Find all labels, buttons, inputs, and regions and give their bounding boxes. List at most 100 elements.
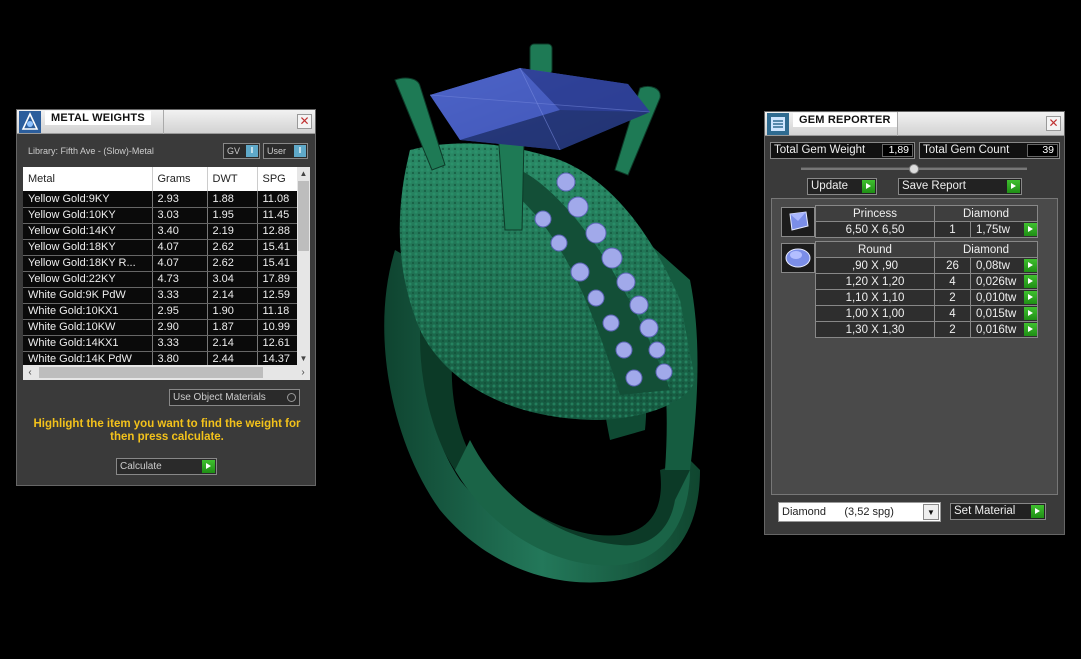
metal-grams: 2.90 [152,319,208,336]
gem-item-row[interactable]: 1,10 X 1,10 2 0,010tw [815,289,1038,306]
metal-row[interactable]: Yellow Gold:14KY 3.40 2.19 12.88 [23,223,298,240]
metal-dwt: 2.19 [207,223,258,240]
metal-spg: 11.18 [257,303,298,320]
slider-knob[interactable] [909,164,919,174]
gem-item-row[interactable]: 1,20 X 1,20 4 0,026tw [815,273,1038,290]
metal-weights-titlebar[interactable]: METAL WEIGHTS ✕ [17,110,315,134]
metal-row[interactable]: Yellow Gold:18KY R... 4.07 2.62 15.41 [23,255,298,272]
gem-count: 26 [934,257,971,274]
vscroll-thumb[interactable] [298,181,309,251]
hscroll-thumb[interactable] [39,367,263,378]
gem-size: 1,10 X 1,10 [815,289,935,306]
metal-dwt: 3.04 [207,271,258,288]
metal-dwt: 2.14 [207,287,258,304]
gem-reporter-titlebar[interactable]: GEM REPORTER ✕ [765,112,1064,136]
gem-list[interactable]: Princess Diamond 6,50 X 6,50 1 1,75tw Ro… [771,198,1058,495]
gem-item-row[interactable]: ,90 X ,90 26 0,08tw [815,257,1038,274]
calculate-button[interactable]: Calculate [116,458,217,475]
metal-table-hscrollbar[interactable]: ‹ › [23,365,310,380]
metal-grams: 2.93 [152,191,208,208]
metal-row[interactable]: Yellow Gold:22KY 4.73 3.04 17.89 [23,271,298,288]
metal-grams: 4.07 [152,239,208,256]
play-arrow-icon[interactable] [1031,505,1044,518]
metal-name: White Gold:14K PdW [23,351,153,365]
gem-item-row[interactable]: 1,30 X 1,30 2 0,016tw [815,321,1038,338]
col-header-metal[interactable]: Metal [23,167,153,191]
gem-group-princess: Princess Diamond 6,50 X 6,50 1 1,75tw [815,205,1038,238]
metal-spg: 12.61 [257,335,298,352]
gem-shape-princess: Princess [815,205,935,222]
metal-name: Yellow Gold:10KY [23,207,153,224]
total-gem-count: Total Gem Count 39 [919,142,1060,159]
gem-weight-cell: 0,08tw [970,257,1038,274]
metal-name: Yellow Gold:18KY R... [23,255,153,272]
titlebar-separator [897,112,898,136]
col-header-dwt[interactable]: DWT [207,167,258,191]
metal-row[interactable]: Yellow Gold:9KY 2.93 1.88 11.08 [23,191,298,208]
metal-name: Yellow Gold:9KY [23,191,153,208]
set-material-button[interactable]: Set Material [950,503,1046,520]
col-header-grams[interactable]: Grams [152,167,208,191]
play-arrow-icon[interactable] [1024,291,1037,304]
metal-grams: 2.95 [152,303,208,320]
gem-reporter-slider[interactable] [801,164,1027,174]
update-button[interactable]: Update [807,178,877,195]
scroll-left-arrow-icon[interactable]: ‹ [23,365,37,380]
scroll-down-arrow-icon[interactable]: ▼ [297,352,310,365]
gem-weight-cell: 0,010tw [970,289,1038,306]
dropdown-arrow-icon[interactable]: ▼ [923,504,939,520]
gem-weight: 0,010tw [976,291,1017,304]
metal-row[interactable]: White Gold:14K PdW 3.80 2.44 14.37 [23,351,298,365]
metal-grams: 4.73 [152,271,208,288]
metal-table[interactable]: Metal Grams DWT SPG Yellow Gold:9KY 2.93 1… [23,167,310,365]
metal-row[interactable]: White Gold:10KX1 2.95 1.90 11.18 [23,303,298,320]
col-header-spg[interactable]: SPG [257,167,298,191]
save-report-button[interactable]: Save Report [898,178,1022,195]
metal-spg: 11.08 [257,191,298,208]
set-material-label: Set Material [954,505,1016,517]
metal-name: Yellow Gold:22KY [23,271,153,288]
gem-weight-cell: 0,015tw [970,305,1038,322]
metal-row[interactable]: Yellow Gold:10KY 3.03 1.95 11.45 [23,207,298,224]
play-arrow-icon[interactable] [1024,323,1037,336]
gem-reporter-close-button[interactable]: ✕ [1046,116,1061,131]
gem-item-row[interactable]: 1,00 X 1,00 4 0,015tw [815,305,1038,322]
gem-weight: 0,026tw [976,275,1017,288]
metal-row[interactable]: White Gold:10KW 2.90 1.87 10.99 [23,319,298,336]
gem-item-row[interactable]: 6,50 X 6,50 1 1,75tw [815,221,1038,238]
play-arrow-icon[interactable] [1024,259,1037,272]
use-object-materials-radio[interactable] [287,393,296,402]
metal-spg: 11.45 [257,207,298,224]
metal-name: White Gold:10KX1 [23,303,153,320]
scroll-up-arrow-icon[interactable]: ▲ [297,167,310,180]
play-arrow-icon[interactable] [202,460,215,473]
metal-row[interactable]: Yellow Gold:18KY 4.07 2.62 15.41 [23,239,298,256]
use-object-materials-label: Use Object Materials [173,392,266,403]
metal-name: Yellow Gold:14KY [23,223,153,240]
metal-table-vscrollbar[interactable]: ▲ ▼ [297,167,310,365]
gem-count: 2 [934,321,971,338]
metal-spg: 12.88 [257,223,298,240]
play-arrow-icon[interactable] [1024,307,1037,320]
metal-weights-close-button[interactable]: ✕ [297,114,312,129]
material-select[interactable]: Diamond (3,52 spg) ▼ [778,502,941,522]
play-arrow-icon[interactable] [862,180,875,193]
total-gem-count-value: 39 [1027,144,1058,157]
play-arrow-icon[interactable] [1007,180,1020,193]
metal-row[interactable]: White Gold:9K PdW 3.33 2.14 12.59 [23,287,298,304]
gv-toggle[interactable]: GV I [223,143,260,159]
use-object-materials-option[interactable]: Use Object Materials [169,389,300,406]
gem-material-princess: Diamond [934,205,1038,222]
gem-weight-cell: 1,75tw [970,221,1038,238]
user-toggle[interactable]: User I [263,143,308,159]
calculate-label: Calculate [120,461,162,472]
play-arrow-icon[interactable] [1024,223,1037,236]
scroll-right-arrow-icon[interactable]: › [296,365,310,380]
metal-dwt: 2.44 [207,351,258,365]
metal-dwt: 1.95 [207,207,258,224]
metal-row[interactable]: White Gold:14KX1 3.33 2.14 12.61 [23,335,298,352]
metal-spg: 12.59 [257,287,298,304]
gem-weight-cell: 0,026tw [970,273,1038,290]
metal-grams: 3.33 [152,287,208,304]
play-arrow-icon[interactable] [1024,275,1037,288]
